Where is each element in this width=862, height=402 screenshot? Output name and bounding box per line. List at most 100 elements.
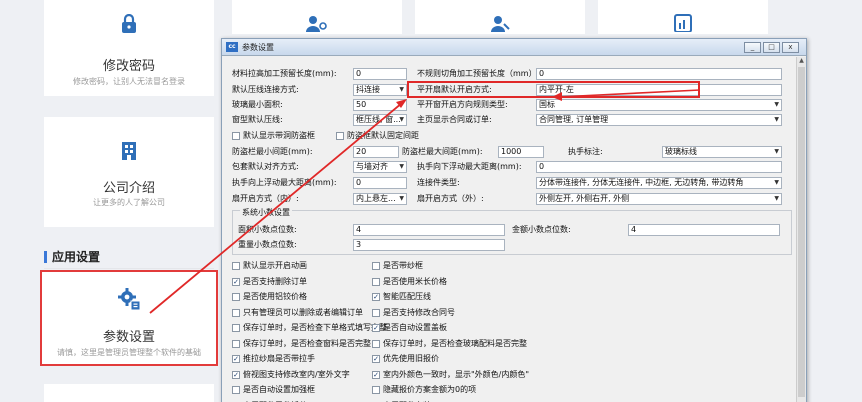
checkbox-option[interactable]: 是否使用铝铰价格 (232, 292, 307, 302)
checkbox-option[interactable]: 是否使用米长价格 (372, 277, 447, 287)
label: 执手标注: (568, 147, 603, 156)
checkbox-box[interactable] (232, 262, 240, 270)
checkbox-box[interactable] (232, 324, 240, 332)
checkbox-option[interactable]: 保存订单时，是否检查窗料是否完整 (232, 339, 371, 349)
select-direction-rule[interactable]: 国标 ▼ (536, 99, 782, 111)
maximize-button[interactable]: □ (763, 42, 780, 53)
select-sash-open-outer[interactable]: 外侧左开, 外侧右开, 外侧 ▼ (536, 193, 782, 205)
checkbox-box[interactable] (232, 339, 240, 348)
input-guard-max-spacing[interactable]: 1000 (498, 146, 544, 158)
checkbox-box[interactable] (232, 308, 240, 317)
checkbox-box[interactable] (372, 308, 380, 317)
checkbox-option[interactable]: 隐藏报价方案金额为0的项 (372, 385, 476, 395)
checkbox-option[interactable]: ✓ 推拉纱扇是否带拉手 (232, 354, 315, 364)
checkbox-option[interactable]: 是否自动设置加强框 (232, 385, 315, 395)
checkbox-label: 默认显示带洞防盗框 (243, 131, 315, 140)
checkbox-option[interactable]: ✓ 室内外颜色一致时，显示"外颜色/内颜色" (372, 370, 529, 380)
checkbox-box[interactable] (336, 132, 344, 140)
input-guard-min-spacing[interactable]: 20 (353, 146, 399, 158)
card-desc: 让更多的人了解公司 (93, 198, 165, 207)
checkbox-option[interactable]: 只有管理员可以删除或者编辑订单 (232, 308, 363, 318)
label: 包套默认对齐方式: (232, 162, 299, 171)
label: 连接件类型: (417, 178, 460, 187)
checkbox-box[interactable] (232, 293, 240, 301)
checkmark-icon[interactable]: ✓ (372, 355, 380, 363)
checkbox-label: 是否带纱框 (383, 261, 423, 270)
card-change-password[interactable]: 修改密码 修改密码，让别人无法冒名登录 (44, 0, 214, 96)
select-sash-open-inner[interactable]: 内上悬左... ▼ (353, 193, 407, 205)
select-handle-mark[interactable]: 玻璃标线 ▼ (662, 146, 782, 158)
checkbox-option[interactable]: 默认显示开启动画 (232, 261, 307, 271)
checkbox-label: 防盗框默认固定间距 (347, 131, 419, 140)
input-irregular-allowance[interactable]: 0 (536, 68, 782, 80)
checkbox-box[interactable] (372, 386, 380, 394)
select-wrap-align[interactable]: 与墙对齐 ▼ (353, 161, 407, 173)
checkbox-box[interactable] (232, 132, 240, 140)
label: 防盗栏最小间距(mm): (232, 147, 313, 156)
close-button[interactable]: x (782, 42, 799, 53)
label: 平开窗开启方向规则类型: (417, 100, 508, 109)
dialog-scrollbar[interactable]: ▲ (796, 57, 806, 402)
checkbox-option[interactable]: 是否支持修改合同号 (372, 308, 455, 318)
checkbox-label: 默认显示开启动画 (243, 261, 307, 270)
checkbox-label: 只有管理员可以删除或者编辑订单 (243, 307, 363, 317)
label: 玻璃最小面积: (232, 100, 283, 109)
select-value: 合同管理, 订单管理 (539, 115, 609, 124)
card-bg-3[interactable] (415, 0, 585, 34)
checkbox-default-show-guard-frame[interactable]: 默认显示带洞防盗框 (232, 131, 315, 141)
checkbox-label: 室内外颜色一致时，显示"外颜色/内颜色" (383, 369, 530, 379)
label: 材料拉高加工预留长度(mm): (232, 69, 337, 78)
select-default-bead[interactable]: 框压线, 窗... ▼ (353, 114, 407, 126)
checkbox-option[interactable]: 是否带纱框 (372, 261, 423, 271)
dropdown-icon: ▼ (399, 163, 404, 170)
input-area-decimals[interactable]: 4 (353, 224, 505, 236)
checkbox-option[interactable]: 保存订单时，是否检查下单格式填写完整 (232, 323, 387, 333)
minimize-button[interactable]: _ (744, 42, 761, 53)
checkbox-guard-fixed-spacing[interactable]: 防盗框默认固定间距 (336, 131, 419, 141)
dialog-titlebar[interactable]: cc 参数设置 _ □ x (222, 39, 806, 56)
scroll-up-icon[interactable]: ▲ (797, 57, 806, 66)
checkmark-icon[interactable]: ✓ (372, 370, 380, 379)
checkmark-icon[interactable]: ✓ (232, 370, 240, 379)
checkbox-label: 是否使用铝铰价格 (243, 292, 307, 301)
checkmark-icon[interactable]: ✓ (372, 293, 380, 301)
select-value: 分体带连接件, 分体无连接件, 中边框, 无边转角, 带边转角 (539, 178, 744, 187)
label: 防盗栏最大间距(mm): (402, 147, 483, 156)
checkbox-box[interactable] (372, 277, 380, 286)
card-bg-5[interactable] (44, 384, 214, 402)
dropdown-icon: ▼ (774, 116, 779, 123)
select-connector-type[interactable]: 分体带连接件, 分体无连接件, 中边框, 无边转角, 带边转角 ▼ (536, 177, 782, 189)
checkbox-box[interactable] (372, 262, 380, 270)
card-company-intro[interactable]: 公司介绍 让更多的人了解公司 (44, 117, 214, 227)
select-connection[interactable]: 抖连接 ▼ (353, 84, 407, 96)
gear-icon (117, 287, 141, 315)
input-weight-decimals[interactable]: 3 (353, 239, 505, 251)
checkbox-option[interactable]: ✓ 俯视图支持修改室内/室外文字 (232, 370, 350, 380)
label: 执手向上浮动最大距离(mm): (232, 178, 337, 187)
input-min-glass-area[interactable]: 50 (353, 99, 407, 111)
checkmark-icon[interactable]: ✓ (372, 324, 380, 332)
input-material-allowance[interactable]: 0 (353, 68, 407, 80)
checkbox-option[interactable]: ✓ 是否支持删除订单 (232, 277, 307, 287)
checkbox-box[interactable] (372, 339, 380, 348)
label: 面积小数点位数: (238, 225, 297, 234)
card-bg-2[interactable] (232, 0, 402, 34)
dropdown-icon: ▼ (774, 148, 779, 155)
select-home-display[interactable]: 合同管理, 订单管理 ▼ (536, 114, 782, 126)
checkmark-icon[interactable]: ✓ (232, 277, 240, 286)
chart-doc-icon (674, 14, 692, 36)
checkbox-option[interactable]: 保存订单时，是否检查玻璃配料是否完整 (372, 339, 527, 349)
checkbox-box[interactable] (232, 386, 240, 394)
input-money-decimals[interactable]: 4 (628, 224, 780, 236)
input-handle-up-float[interactable]: 0 (353, 177, 407, 189)
checkbox-option[interactable]: ✓ 是否自动设置盖板 (372, 323, 447, 333)
card-title: 参数设置 (102, 330, 155, 345)
input-handle-down-float[interactable]: 0 (536, 161, 782, 173)
card-bg-4[interactable] (598, 0, 768, 34)
card-parameter-settings[interactable]: 参数设置 请慎，这里是管理员管理整个软件的基础 (40, 270, 218, 366)
section-title: 应用设置 (44, 251, 100, 263)
checkbox-option[interactable]: ✓ 优先使用旧报价 (372, 354, 439, 364)
scroll-thumb[interactable] (798, 67, 805, 397)
checkbox-option[interactable]: ✓ 智能匹配压线 (372, 292, 431, 302)
checkmark-icon[interactable]: ✓ (232, 355, 240, 363)
